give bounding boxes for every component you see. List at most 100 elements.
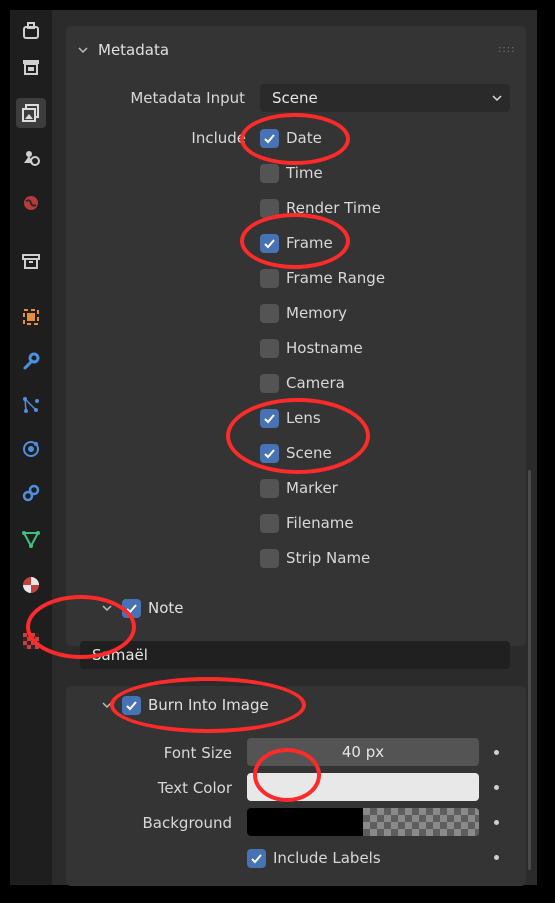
background-color-solid <box>247 808 363 836</box>
material-tab[interactable] <box>16 570 46 600</box>
tool-icon <box>23 22 39 39</box>
chevron-down-icon <box>78 47 88 54</box>
include-memory-checkbox[interactable] <box>260 303 279 323</box>
world-icon <box>24 196 38 210</box>
metadata-input-dropdown[interactable]: Scene <box>260 84 510 112</box>
chevron-down-icon <box>102 605 112 612</box>
view-layer-icon <box>24 151 40 166</box>
constraints-tab[interactable] <box>16 478 46 508</box>
include-time-row[interactable]: Time <box>260 161 323 185</box>
modifier-tab[interactable] <box>16 346 46 376</box>
include-time-checkbox[interactable] <box>260 163 279 183</box>
animate-property-icon[interactable] <box>494 785 499 790</box>
material-icon <box>23 577 39 593</box>
checkmark-icon <box>126 700 137 710</box>
include-filename-label: Filename <box>286 514 354 532</box>
include-filename-checkbox[interactable] <box>260 513 279 533</box>
data-tab[interactable] <box>16 524 46 554</box>
texture-tab[interactable] <box>16 626 46 656</box>
include-strip-name-row[interactable]: Strip Name <box>260 546 370 570</box>
font-size-field[interactable]: 40 px <box>247 738 479 766</box>
include-hostname-checkbox[interactable] <box>260 338 279 358</box>
note-label: Note <box>148 599 184 617</box>
burn-into-image-checkbox[interactable] <box>122 695 141 715</box>
note-header[interactable]: Note <box>102 595 184 621</box>
include-lens-label: Lens <box>286 409 321 427</box>
include-marker-row[interactable]: Marker <box>260 476 338 500</box>
include-marker-label: Marker <box>286 479 338 497</box>
background-label: Background <box>142 814 233 832</box>
object-icon <box>23 309 39 325</box>
panel-scrollbar[interactable] <box>528 470 531 870</box>
particles-tab[interactable] <box>16 390 46 420</box>
include-label: Include <box>191 129 246 147</box>
include-labels-row[interactable]: Include Labels <box>247 846 381 870</box>
mesh-data-icon <box>22 531 40 549</box>
checkmark-icon <box>251 853 262 863</box>
include-date-checkbox[interactable] <box>260 128 279 148</box>
checkmark-icon <box>264 238 275 248</box>
note-checkbox[interactable] <box>122 598 141 618</box>
collection-tab[interactable] <box>16 246 46 276</box>
note-text-field[interactable]: Samaël <box>80 641 510 669</box>
metadata-section-title: Metadata <box>98 41 170 59</box>
texture-icon <box>23 633 39 649</box>
object-tab[interactable] <box>16 302 46 332</box>
include-scene-row[interactable]: Scene <box>260 441 332 465</box>
metadata-input-value: Scene <box>272 89 318 107</box>
metadata-input-label: Metadata Input <box>130 89 245 107</box>
output-icon <box>22 104 39 122</box>
render-icon <box>23 60 39 75</box>
properties-tab-bar <box>10 10 52 885</box>
include-labels-label: Include Labels <box>273 849 381 867</box>
include-frame-range-label: Frame Range <box>286 269 386 287</box>
text-color-swatch[interactable] <box>247 773 479 801</box>
text-color-label: Text Color <box>157 779 232 797</box>
render-tab[interactable] <box>16 52 46 82</box>
note-text-value: Samaël <box>92 646 148 664</box>
include-memory-row[interactable]: Memory <box>260 301 347 325</box>
drag-handle-icon[interactable]: :::: <box>498 44 515 55</box>
font-size-value: 40 px <box>341 743 385 761</box>
include-labels-checkbox[interactable] <box>247 848 266 868</box>
include-camera-checkbox[interactable] <box>260 373 279 393</box>
include-hostname-row[interactable]: Hostname <box>260 336 363 360</box>
include-scene-label: Scene <box>286 444 332 462</box>
particles-icon <box>23 397 39 413</box>
include-camera-row[interactable]: Camera <box>260 371 345 395</box>
metadata-section-header[interactable]: Metadata <box>78 36 169 64</box>
include-date-row[interactable]: Date <box>260 126 322 150</box>
constraints-icon <box>22 484 40 502</box>
tool-tab[interactable] <box>16 16 46 46</box>
font-size-label: Font Size <box>163 744 232 762</box>
include-render-time-row[interactable]: Render Time <box>260 196 381 220</box>
animate-property-icon[interactable] <box>494 855 499 860</box>
checkmark-icon <box>264 448 275 458</box>
physics-tab[interactable] <box>16 434 46 464</box>
include-scene-checkbox[interactable] <box>260 443 279 463</box>
burn-into-image-header[interactable]: Burn Into Image <box>102 692 269 718</box>
include-strip-name-label: Strip Name <box>286 549 371 567</box>
include-lens-row[interactable]: Lens <box>260 406 321 430</box>
include-frame-range-row[interactable]: Frame Range <box>260 266 385 290</box>
animate-property-icon[interactable] <box>494 820 499 825</box>
include-frame-checkbox[interactable] <box>260 233 279 253</box>
wrench-icon <box>23 352 40 370</box>
include-render-time-checkbox[interactable] <box>260 198 279 218</box>
include-marker-checkbox[interactable] <box>260 478 279 498</box>
background-color-swatch[interactable] <box>247 808 479 836</box>
include-lens-checkbox[interactable] <box>260 408 279 428</box>
scene-tab[interactable] <box>16 188 46 218</box>
view-layer-tab[interactable] <box>16 142 46 172</box>
include-filename-row[interactable]: Filename <box>260 511 354 535</box>
animate-property-icon[interactable] <box>494 750 499 755</box>
include-camera-label: Camera <box>286 374 345 392</box>
include-frame-range-checkbox[interactable] <box>260 268 279 288</box>
include-memory-label: Memory <box>286 304 348 322</box>
include-strip-name-checkbox[interactable] <box>260 548 279 568</box>
include-render-time-label: Render Time <box>286 199 381 217</box>
include-frame-label: Frame <box>286 234 333 252</box>
output-tab[interactable] <box>16 98 46 128</box>
include-frame-row[interactable]: Frame <box>260 231 333 255</box>
chevron-down-icon <box>102 702 112 709</box>
